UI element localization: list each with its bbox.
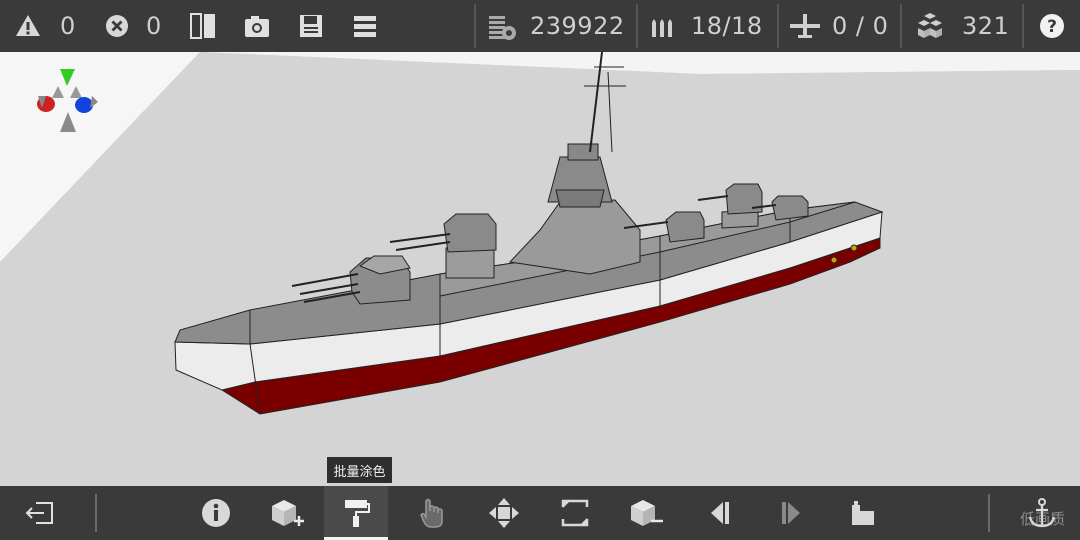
scene-canvas[interactable] xyxy=(0,52,1080,486)
move-button[interactable] xyxy=(472,486,536,540)
undo-icon xyxy=(711,502,729,524)
svg-text:?: ? xyxy=(1047,17,1057,37)
parts-stat: 321 xyxy=(914,0,1009,52)
split-view-button[interactable] xyxy=(188,0,218,52)
redo-icon xyxy=(782,502,800,524)
bridge-top xyxy=(567,143,599,161)
select-hand-button[interactable] xyxy=(400,486,464,540)
add-part-icon xyxy=(272,500,304,526)
divider xyxy=(95,494,97,532)
save-icon xyxy=(300,15,322,37)
menu-button[interactable] xyxy=(351,0,379,52)
divider xyxy=(1022,4,1024,48)
top-toolbar: 0 0 239922 18/18 0 / 0 321 ? xyxy=(0,0,1080,52)
parts-icon xyxy=(918,13,942,38)
mass-icon xyxy=(489,16,516,40)
factory-button[interactable] xyxy=(831,486,895,540)
exit-icon xyxy=(25,502,53,524)
ammo-icon xyxy=(652,19,672,37)
warnings-count: 0 xyxy=(60,12,76,40)
hand-icon xyxy=(420,498,443,528)
split-view-icon xyxy=(190,13,215,39)
errors-counter[interactable]: 0 xyxy=(104,0,162,52)
camera-icon xyxy=(245,16,269,37)
remove-part-button[interactable] xyxy=(615,486,679,540)
watermark-low-quality: 低画质 xyxy=(1020,510,1066,528)
help-icon: ? xyxy=(1040,14,1064,38)
menu-icon xyxy=(354,16,376,37)
warnings-counter[interactable]: 0 xyxy=(14,0,76,52)
divider xyxy=(474,4,476,48)
bottom-toolbar xyxy=(0,486,1080,540)
paint-roller-icon xyxy=(345,500,370,527)
ammo-stat: 18/18 xyxy=(649,0,763,52)
tooltip-batch-paint: 批量涂色 xyxy=(327,457,392,483)
aircraft-value: 0 / 0 xyxy=(832,12,889,40)
warning-icon xyxy=(16,15,40,36)
info-button[interactable] xyxy=(184,486,248,540)
remove-part-icon xyxy=(631,500,663,526)
aircraft-stat: 0 / 0 xyxy=(788,0,888,52)
divider xyxy=(636,4,638,48)
mass-stat: 239922 xyxy=(486,0,625,52)
factory-icon xyxy=(852,501,874,525)
batch-paint-button[interactable] xyxy=(324,486,388,540)
ammo-value: 18/18 xyxy=(691,12,763,40)
info-icon xyxy=(202,499,230,527)
scale-icon xyxy=(561,499,589,527)
error-icon xyxy=(106,15,128,37)
divider xyxy=(777,4,779,48)
move-icon xyxy=(489,498,519,528)
undo-button[interactable] xyxy=(688,486,752,540)
scale-button[interactable] xyxy=(543,486,607,540)
help-button[interactable]: ? xyxy=(1038,0,1066,52)
save-button[interactable] xyxy=(297,0,325,52)
shipyard-editor: 0 0 239922 18/18 0 / 0 321 ? 批量涂色 低画质 xyxy=(0,0,1080,540)
errors-count: 0 xyxy=(146,12,162,40)
divider xyxy=(988,494,990,532)
aircraft-icon xyxy=(790,14,820,38)
parts-value: 321 xyxy=(962,12,1010,40)
exit-button[interactable] xyxy=(8,486,72,540)
add-part-button[interactable] xyxy=(256,486,320,540)
mass-value: 239922 xyxy=(530,12,625,40)
screenshot-button[interactable] xyxy=(242,0,272,52)
3d-viewport[interactable] xyxy=(0,52,1080,486)
redo-button[interactable] xyxy=(759,486,823,540)
divider xyxy=(900,4,902,48)
